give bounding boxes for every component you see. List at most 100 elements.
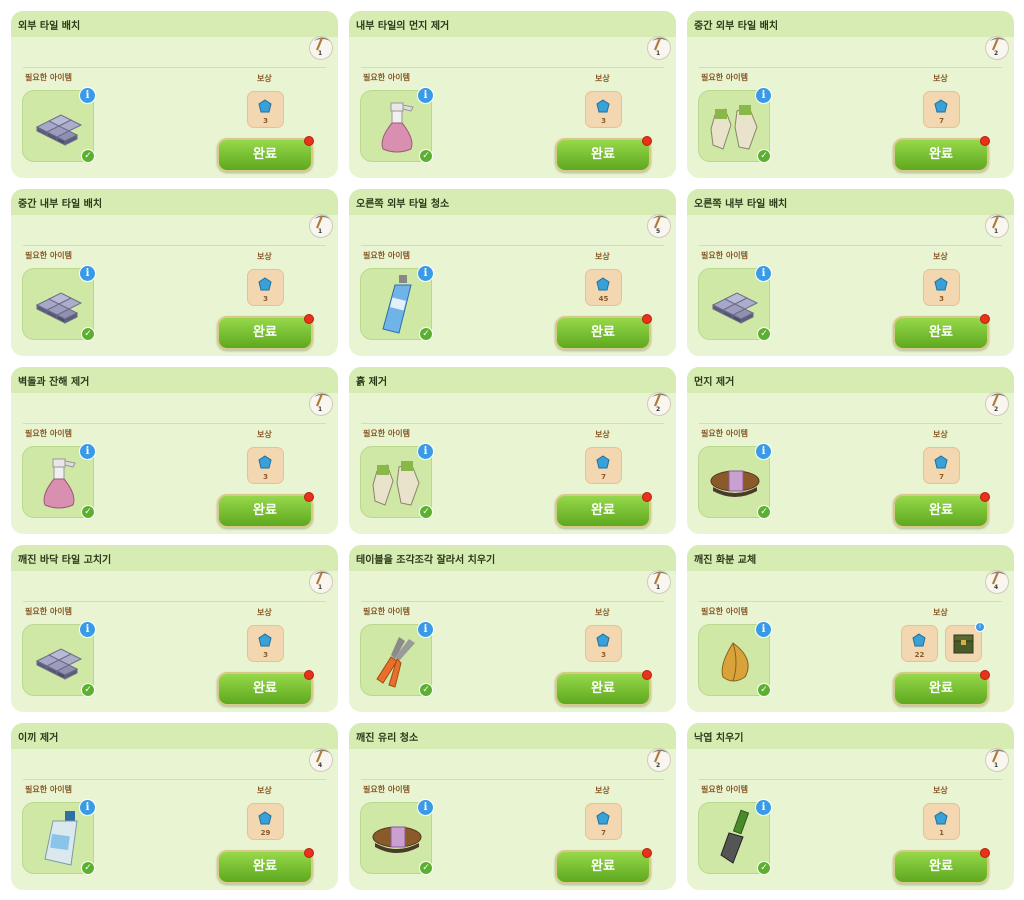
complete-button[interactable]: 완료	[893, 850, 989, 884]
reward-label: 보상	[595, 786, 610, 795]
complete-button[interactable]: 완료	[217, 672, 313, 706]
notification-dot	[980, 136, 990, 146]
required-items-label: 필요한 아이템	[363, 607, 410, 616]
complete-button[interactable]: 완료	[555, 138, 651, 172]
required-items-label: 필요한 아이템	[25, 251, 72, 260]
gem-reward: 7	[585, 447, 622, 484]
cost-value: 2	[656, 406, 661, 413]
chest-reward[interactable]: i	[945, 622, 985, 662]
complete-button[interactable]: 완료	[893, 138, 989, 172]
notification-dot	[304, 670, 314, 680]
reward-amount: 7	[939, 117, 944, 125]
notification-dot	[980, 848, 990, 858]
info-icon[interactable]: i	[755, 799, 772, 816]
info-icon[interactable]: i	[79, 265, 96, 282]
task-title: 내부 타일의 먼지 제거	[356, 21, 450, 32]
pickaxe-cost-badge: 1	[309, 214, 333, 238]
divider	[699, 779, 1002, 780]
task-title: 중간 내부 타일 배치	[18, 199, 103, 210]
required-items-label: 필요한 아이템	[25, 785, 72, 794]
gem-icon	[934, 99, 948, 113]
check-icon: ✓	[419, 149, 433, 163]
reward-label: 보상	[257, 430, 272, 439]
gem-reward: 7	[585, 803, 622, 840]
reward-amount: 7	[601, 829, 606, 837]
reward-amount: 45	[598, 295, 609, 303]
required-items-label: 필요한 아이템	[25, 73, 72, 82]
cost-value: 1	[994, 762, 999, 769]
pickaxe-cost-badge: 2	[985, 392, 1009, 416]
info-icon[interactable]: i	[755, 265, 772, 282]
info-icon[interactable]: i	[79, 443, 96, 460]
reward-amount: 29	[260, 829, 271, 837]
complete-button[interactable]: 완료	[893, 494, 989, 528]
info-icon[interactable]: i	[755, 443, 772, 460]
info-icon[interactable]: i	[975, 622, 985, 632]
complete-button[interactable]: 완료	[217, 316, 313, 350]
pickaxe-cost-badge: 1	[309, 392, 333, 416]
required-items-label: 필요한 아이템	[701, 785, 748, 794]
info-icon[interactable]: i	[417, 265, 434, 282]
task-title: 오른쪽 내부 타일 배치	[694, 199, 788, 210]
info-icon[interactable]: i	[755, 87, 772, 104]
pickaxe-cost-badge: 2	[985, 36, 1009, 60]
cost-value: 4	[994, 584, 999, 591]
card-header	[687, 367, 1014, 393]
reward-amount: 3	[263, 117, 268, 125]
info-icon[interactable]: i	[755, 621, 772, 638]
reward-label: 보상	[933, 252, 948, 261]
pickaxe-cost-badge: 1	[985, 214, 1009, 238]
work-gloves-icon	[710, 105, 758, 150]
cost-value: 2	[994, 406, 999, 413]
notification-dot	[980, 314, 990, 324]
notification-dot	[642, 492, 652, 502]
complete-button[interactable]: 완료	[217, 494, 313, 528]
divider	[23, 423, 326, 424]
task-title: 벽돌과 잔해 제거	[18, 377, 90, 388]
task-card-12: 깨진 화분 교체 4 필요한 아이템 보상 i ✓ 22 i 완료	[687, 545, 1014, 712]
task-title: 깨진 유리 청소	[356, 733, 419, 744]
complete-button[interactable]: 완료	[555, 316, 651, 350]
task-card-5: 오른쪽 외부 타일 청소 5 필요한 아이템 보상 i ✓ 45 완료	[349, 189, 676, 356]
gem-reward: 45	[585, 269, 622, 306]
reward-amount: 7	[601, 473, 606, 481]
notification-dot	[642, 314, 652, 324]
complete-button[interactable]: 완료	[555, 850, 651, 884]
complete-button[interactable]: 완료	[217, 138, 313, 172]
reward-label: 보상	[595, 608, 610, 617]
reward-label: 보상	[933, 786, 948, 795]
card-header	[349, 367, 676, 393]
notification-dot	[642, 848, 652, 858]
required-items-label: 필요한 아이템	[363, 429, 410, 438]
check-icon: ✓	[419, 327, 433, 341]
gem-icon	[596, 99, 610, 113]
complete-button[interactable]: 완료	[555, 672, 651, 706]
info-icon[interactable]: i	[79, 87, 96, 104]
divider	[699, 601, 1002, 602]
complete-button[interactable]: 완료	[893, 316, 989, 350]
complete-button[interactable]: 완료	[217, 850, 313, 884]
divider	[23, 245, 326, 246]
reward-amount: 3	[601, 651, 606, 659]
gem-icon	[596, 277, 610, 291]
info-icon[interactable]: i	[417, 799, 434, 816]
task-title: 이끼 제거	[18, 733, 59, 744]
complete-button[interactable]: 완료	[893, 672, 989, 706]
reward-label: 보상	[933, 74, 948, 83]
stone-tiles-icon	[35, 292, 83, 324]
info-icon[interactable]: i	[79, 621, 96, 638]
cost-value: 1	[318, 50, 323, 57]
cost-value: 5	[656, 228, 661, 235]
pickaxe-cost-badge: 1	[647, 570, 671, 594]
pickaxe-cost-badge: 1	[647, 36, 671, 60]
info-icon[interactable]: i	[79, 799, 96, 816]
check-icon: ✓	[757, 149, 771, 163]
complete-button[interactable]: 완료	[555, 494, 651, 528]
info-icon[interactable]: i	[417, 87, 434, 104]
info-icon[interactable]: i	[417, 621, 434, 638]
check-icon: ✓	[81, 505, 95, 519]
reward-label: 보상	[257, 252, 272, 261]
cost-value: 1	[656, 50, 661, 57]
stone-tiles-icon	[711, 292, 759, 324]
info-icon[interactable]: i	[417, 443, 434, 460]
